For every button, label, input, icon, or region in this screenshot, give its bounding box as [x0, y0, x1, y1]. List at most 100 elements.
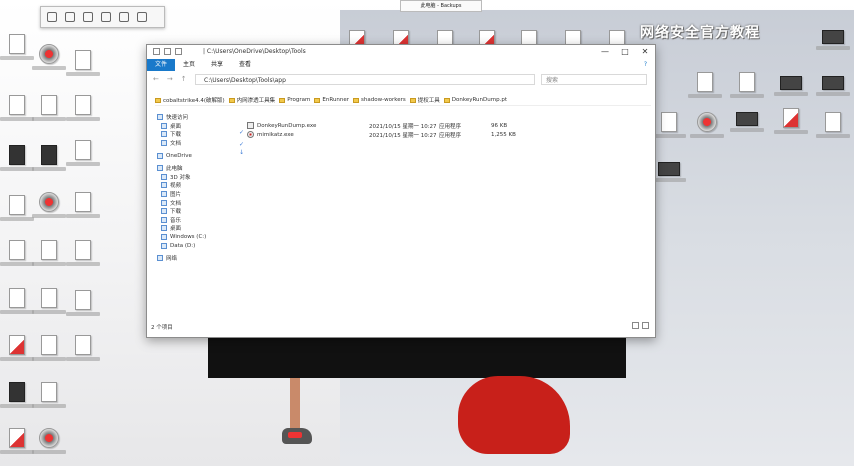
- desktop-icon[interactable]: [0, 145, 34, 171]
- desktop-icon[interactable]: [816, 76, 850, 96]
- toolbar-tool-icon[interactable]: [47, 12, 57, 22]
- drive-icon: [161, 234, 167, 241]
- app-icon: [9, 382, 25, 402]
- desktop-icon[interactable]: [32, 44, 66, 70]
- desktop-icon[interactable]: [66, 140, 100, 166]
- bookmark-item[interactable]: cobaltstrike4.4(破解版): [155, 96, 225, 104]
- nav-network[interactable]: 网络: [157, 254, 237, 263]
- bookmark-item[interactable]: DonkeyRunDump.pt: [443, 97, 507, 103]
- desktop-icon[interactable]: [32, 288, 66, 314]
- desktop-icon[interactable]: [652, 112, 686, 138]
- address-bar[interactable]: C:\Users\Desktop\Tools\app: [195, 74, 535, 85]
- bookmark-item[interactable]: 内网渗透工具集: [228, 96, 276, 104]
- nav-pc-desktop[interactable]: 桌面: [157, 224, 237, 233]
- nav-pictures[interactable]: 图片: [157, 190, 237, 199]
- nav-quick-access[interactable]: 快速访问: [157, 113, 237, 122]
- desktop-icon[interactable]: [32, 95, 66, 121]
- nav-documents[interactable]: 文档: [157, 139, 237, 148]
- download-icon: [161, 131, 167, 138]
- close-button[interactable]: ✕: [635, 45, 655, 59]
- help-icon[interactable]: ?: [644, 61, 647, 68]
- bookmark-label: 内网渗透工具集: [236, 98, 276, 104]
- bookmark-item[interactable]: 提权工具: [409, 96, 440, 104]
- desktop-icon[interactable]: [690, 112, 724, 138]
- desktop-icon[interactable]: [32, 428, 66, 454]
- desktop-icon[interactable]: [0, 428, 34, 454]
- tab-home[interactable]: 主页: [175, 59, 203, 71]
- details-view-icon[interactable]: [632, 322, 639, 329]
- forward-arrow-icon[interactable]: →: [167, 75, 173, 83]
- search-input[interactable]: 搜索: [541, 74, 647, 85]
- desktop-icon[interactable]: [66, 240, 100, 266]
- new-folder-icon[interactable]: [175, 48, 182, 55]
- cloud-icon: [157, 152, 163, 159]
- desktop-icon[interactable]: [0, 335, 34, 361]
- back-arrow-icon[interactable]: ←: [153, 75, 159, 83]
- nav-music[interactable]: 音乐: [157, 216, 237, 225]
- bookmark-item[interactable]: Program: [279, 97, 310, 103]
- folder-icon: [443, 97, 450, 103]
- tab-file[interactable]: 文件: [147, 59, 176, 71]
- desktop-icon[interactable]: [0, 95, 34, 121]
- desktop-icon[interactable]: [0, 34, 34, 60]
- desktop-icon[interactable]: [66, 335, 100, 361]
- tab-share[interactable]: 共享: [203, 59, 231, 71]
- desktop-icon[interactable]: [32, 382, 66, 408]
- toolbar-tool-icon[interactable]: [83, 12, 93, 22]
- file-icon: [75, 240, 91, 260]
- desktop-icon[interactable]: [66, 95, 100, 121]
- nav-downloads[interactable]: 下载: [157, 130, 237, 139]
- desktop-icon[interactable]: [774, 76, 808, 96]
- bookmark-item[interactable]: EnRunner: [314, 97, 349, 103]
- desktop-icon[interactable]: [730, 72, 764, 98]
- background-window-title: 此电脑 - Backups: [400, 0, 482, 12]
- desktop-icon[interactable]: [0, 240, 34, 266]
- nav-pc-documents[interactable]: 文档: [157, 198, 237, 207]
- nav-this-pc[interactable]: 此电脑: [157, 164, 237, 173]
- desktop-icon[interactable]: [66, 290, 100, 316]
- chrome-icon: [697, 112, 717, 132]
- desktop-icon[interactable]: [32, 335, 66, 361]
- nav-pc-downloads[interactable]: 下载: [157, 207, 237, 216]
- desktop-icon[interactable]: [66, 192, 100, 218]
- toolbar-tool-icon[interactable]: [65, 12, 75, 22]
- file-icon: [739, 72, 755, 92]
- title-bar[interactable]: | C:\Users\OneDrive\Desktop\Tools — □ ✕: [147, 45, 655, 59]
- desktop-icon[interactable]: [66, 50, 100, 76]
- properties-icon[interactable]: [164, 48, 171, 55]
- desktop-icon[interactable]: [774, 108, 808, 134]
- up-arrow-icon[interactable]: ↑: [181, 75, 187, 83]
- desktop-icon[interactable]: [32, 145, 66, 171]
- maximize-button[interactable]: □: [615, 45, 635, 59]
- desktop-icon[interactable]: [0, 382, 34, 408]
- large-icons-view-icon[interactable]: [642, 322, 649, 329]
- file-icon: [9, 288, 25, 308]
- toolbar-tool-icon[interactable]: [101, 12, 111, 22]
- minimize-button[interactable]: —: [595, 45, 615, 59]
- folder-icon: [228, 97, 235, 103]
- file-explorer-window: | C:\Users\OneDrive\Desktop\Tools — □ ✕ …: [146, 44, 656, 338]
- desktop-icon[interactable]: [0, 288, 34, 314]
- file-row[interactable]: mimikatz.exe 2021/10/15 星期一 10:27 应用程序 1…: [247, 130, 647, 139]
- desktop-icon[interactable]: [0, 195, 34, 221]
- desktop-icon[interactable]: [816, 112, 850, 138]
- nav-drive-d[interactable]: Data (D:): [157, 241, 237, 250]
- nav-label: 视频: [170, 183, 182, 190]
- toolbar-tool-icon[interactable]: [119, 12, 129, 22]
- nav-drive-c[interactable]: Windows (C:): [157, 233, 237, 242]
- drive-icon: [161, 242, 167, 249]
- desktop-icon[interactable]: [688, 72, 722, 98]
- desktop-icon[interactable]: [32, 240, 66, 266]
- nav-videos[interactable]: 视频: [157, 181, 237, 190]
- desktop-icon[interactable]: [730, 112, 764, 132]
- nav-desktop[interactable]: 桌面: [157, 122, 237, 131]
- file-row[interactable]: DonkeyRunDump.exe 2021/10/15 星期一 10:27 应…: [247, 121, 647, 130]
- tab-view[interactable]: 查看: [231, 59, 259, 71]
- nav-3d-objects[interactable]: 3D 对象: [157, 173, 237, 182]
- desktop-icon[interactable]: [816, 30, 850, 50]
- nav-onedrive[interactable]: OneDrive: [157, 151, 237, 160]
- bookmark-item[interactable]: shadow-workers: [353, 97, 406, 103]
- toolbar-tool-icon[interactable]: [137, 12, 147, 22]
- desktop-icon[interactable]: [32, 192, 66, 218]
- desktop-icon[interactable]: [652, 162, 686, 182]
